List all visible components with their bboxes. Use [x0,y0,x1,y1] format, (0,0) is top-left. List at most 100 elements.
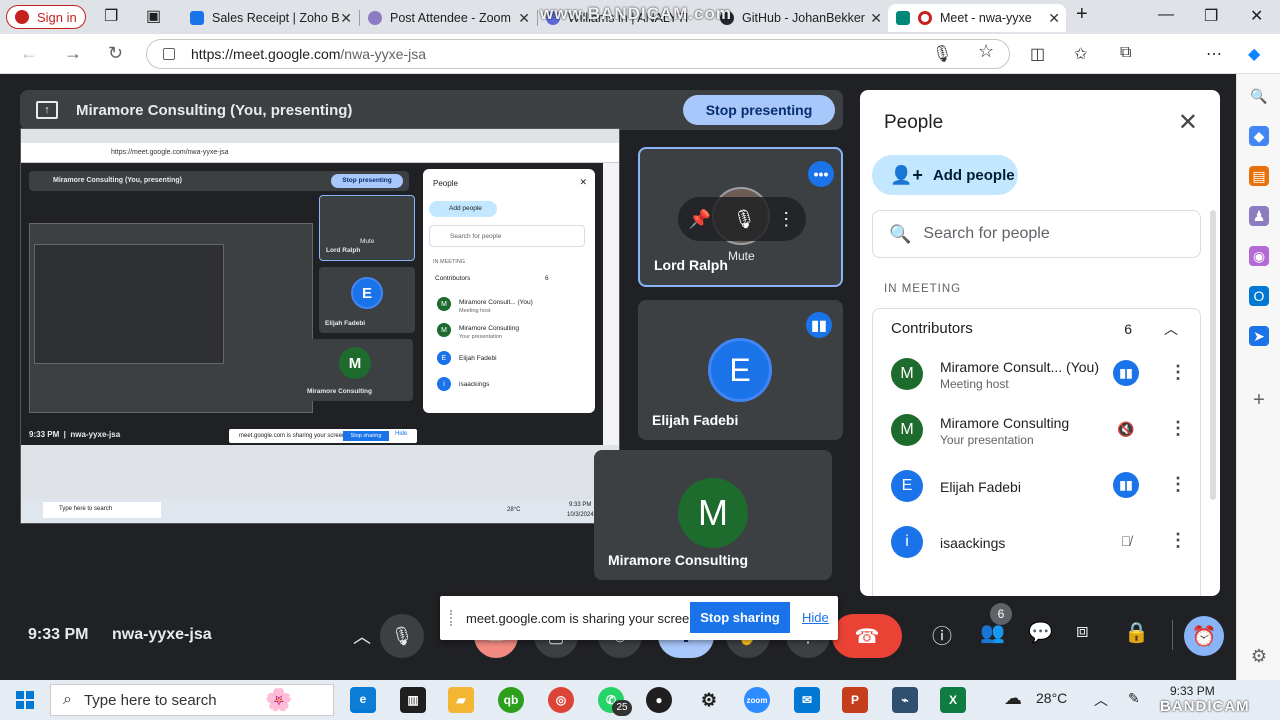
tab-zoho[interactable]: Sales Receipt | Zoho B ✕ [182,4,358,32]
quickbooks-icon[interactable]: qb [498,687,524,713]
weather-icon: ☁ [1004,688,1022,708]
signin-button[interactable]: Sign in [6,5,86,29]
copilot-app-icon[interactable]: ◉ [1249,246,1269,266]
participant-row[interactable]: M Miramore Consulting Your presentation … [873,404,1202,460]
preview-search: Search for people [429,225,585,247]
stop-presenting-button[interactable]: Stop presenting [683,95,835,125]
split-screen-icon[interactable]: ◫ [1030,44,1045,64]
outlook-icon[interactable]: O [1249,286,1269,306]
close-icon[interactable]: ✕ [518,10,530,27]
hide-button[interactable]: Hide [802,610,829,625]
close-icon[interactable]: ✕ [870,10,882,27]
restore-icon[interactable]: ❐ [1204,6,1218,26]
settings-icon[interactable]: ⚙ [1249,646,1269,666]
file-explorer-icon[interactable]: ▰ [448,687,474,713]
tag-icon[interactable]: ◆ [1249,126,1269,146]
more-vert-icon[interactable]: ⋮ [1169,362,1187,383]
workspaces-icon[interactable]: ❐ [104,6,118,26]
timer-button[interactable]: ⏰ [1184,616,1224,656]
pin-icon[interactable]: 📌 [689,209,711,230]
preview-share-bar: meet.google.com is sharing your screen. S… [229,429,417,443]
chat-icon[interactable]: 💬 [1028,620,1053,645]
more-vert-icon[interactable]: ⋮ [1169,418,1187,439]
pen-icon[interactable]: ✎ [1128,690,1140,707]
window-close-icon[interactable]: ✕ [1250,6,1263,26]
search-icon[interactable]: 🔍 [1249,86,1269,106]
participant-row[interactable]: M Miramore Consult... (You) Meeting host… [873,348,1202,404]
url-field[interactable]: https://meet.google.com/nwa-yyxe-jsa [146,39,1010,69]
powerpoint-icon[interactable]: P [842,687,868,713]
stop-sharing-button[interactable]: Stop sharing [690,602,790,633]
zoom-app-icon[interactable]: zoom [744,687,770,713]
menu-dots-icon[interactable]: ⋯ [1206,44,1222,64]
edge-app-icon[interactable]: e [350,687,376,713]
avatar: M [678,478,748,548]
present-screen-icon: ↑ [36,101,58,119]
close-icon[interactable]: ✕ [1178,108,1198,137]
add-icon[interactable]: + [1249,389,1269,411]
microphone-button[interactable]: 🎙 [380,614,424,658]
tab-actions-icon[interactable]: ▣ [146,6,161,26]
preview-tile-name: Lord Ralph [326,247,361,254]
task-view-icon[interactable]: ▥ [400,687,426,713]
add-people-button[interactable]: 👤+ Add people [872,155,1018,195]
settings-icon[interactable]: ⚙ [696,687,722,713]
games-icon[interactable]: ♟ [1249,206,1269,226]
tab-github[interactable]: GitHub - JohanBekker ✕ [712,4,888,32]
reload-icon[interactable]: ↻ [108,43,123,64]
chrome-icon[interactable]: ◎ [548,687,574,713]
recording-icon [918,11,932,25]
leave-call-button[interactable]: ☎ [832,614,902,658]
tile-hover-controls: 📌 🎙 ⋮ [678,197,806,241]
preview-share-text: meet.google.com is sharing your screen. [239,433,348,439]
close-icon[interactable]: ✕ [340,10,352,27]
more-vert-icon[interactable]: ⋮ [1169,474,1187,495]
contributors-group-header[interactable]: Contributors 6 ︿ [872,308,1201,348]
forward-icon[interactable]: → [64,43,82,64]
chevron-up-icon[interactable]: ︿ [1094,690,1108,710]
scrollbar[interactable] [1210,210,1216,500]
toolbox-icon[interactable]: ▤ [1249,166,1269,186]
bandicam-icon[interactable]: ● [646,687,672,713]
preview-share-hide: Hide [395,431,408,437]
search-icon: 🔍 [889,223,912,244]
tile-miramore-consulting[interactable]: M Miramore Consulting [594,450,832,580]
new-tab-icon[interactable]: + [1076,3,1088,26]
windows-start-icon[interactable] [16,691,34,709]
more-vert-icon[interactable]: ⋮ [1169,530,1187,551]
search-people-input[interactable]: 🔍 Search for people [872,210,1201,258]
microphone-icon[interactable]: 🎙 [733,209,756,230]
taskbar-search-input[interactable]: ⌕ Type here to search 🌸 [50,684,334,716]
favorites-icon[interactable]: ✩ [1074,44,1087,64]
participant-role: Meeting host [940,377,1009,391]
info-icon[interactable]: ⓘ [932,620,952,649]
mail-icon[interactable]: ✉ [794,687,820,713]
tile-lord-ralph[interactable]: 📌 🎙 ⋮ Mute ••• Lord Ralph [638,147,843,287]
favorite-star-icon[interactable]: ☆ [978,41,994,62]
more-vert-icon[interactable]: ⋮ [777,209,795,230]
preview-people-panel: People ✕ Add people Search for people IN… [423,169,595,413]
host-controls-icon[interactable]: 🔒 [1124,620,1149,645]
audio-options-chevron-icon[interactable]: ︿ [340,614,384,658]
participant-name: isaackings [940,535,1006,551]
collections-icon[interactable]: ⧉ [1120,44,1131,62]
excel-icon[interactable]: X [940,687,966,713]
participant-row[interactable]: E Elijah Fadebi ▮▮ ⋮ [873,460,1202,516]
tab-zoom[interactable]: Post Attendee - Zoom ✕ [360,4,536,32]
drag-handle[interactable] [450,610,454,626]
tab-meet[interactable]: Meet - nwa-yyxe ✕ [888,4,1066,32]
vpn-icon[interactable]: ⌁ [892,687,918,713]
tile-name: Elijah Fadebi [652,412,739,428]
microphone-icon[interactable]: 🎙 [932,44,952,64]
preview-nested-screen-2 [34,244,224,364]
chevron-up-icon[interactable]: ︿ [1164,319,1178,339]
copilot-icon[interactable]: ◆ [1248,44,1260,64]
participant-row[interactable]: i isaackings 🎙̸ ⋮ [873,516,1202,572]
tile-elijah-fadebi[interactable]: E ▮▮ Elijah Fadebi [638,300,843,440]
minimize-icon[interactable]: — [1158,6,1174,24]
more-options-icon[interactable]: ••• [808,161,834,187]
activities-icon[interactable]: ⧈ [1076,620,1089,643]
back-icon[interactable]: ← [20,43,38,64]
send-icon[interactable]: ➤ [1249,326,1269,346]
close-icon[interactable]: ✕ [1048,10,1060,27]
